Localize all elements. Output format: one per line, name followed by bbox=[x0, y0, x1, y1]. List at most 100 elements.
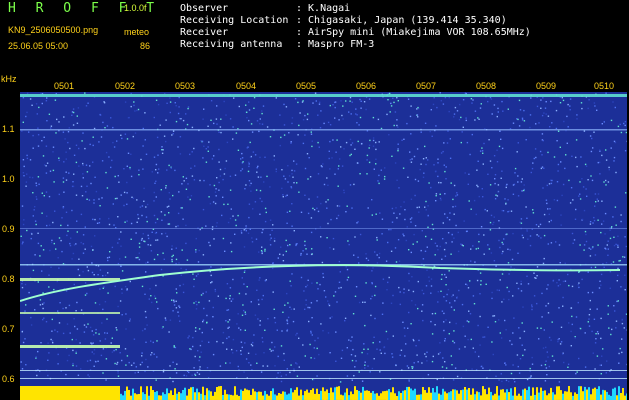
noise-dot bbox=[543, 329, 545, 331]
noise-dot bbox=[67, 224, 69, 227]
noise-dot bbox=[593, 318, 596, 320]
noise-dot bbox=[409, 151, 411, 153]
noise-dot bbox=[288, 175, 291, 177]
noise-dot bbox=[346, 205, 348, 207]
noise-dot bbox=[154, 297, 157, 300]
noise-dot bbox=[416, 148, 419, 150]
noise-dot bbox=[156, 218, 159, 220]
noise-dot bbox=[354, 355, 357, 357]
noise-dot bbox=[507, 211, 509, 213]
level-bar-segment bbox=[202, 386, 204, 400]
noise-dot bbox=[58, 121, 60, 123]
noise-dot bbox=[546, 374, 548, 376]
noise-dot bbox=[389, 92, 391, 95]
level-bar-segment bbox=[32, 386, 34, 400]
noise-dot bbox=[22, 121, 24, 123]
noise-dot bbox=[479, 150, 482, 152]
noise-dot bbox=[503, 298, 505, 300]
noise-dot bbox=[519, 358, 522, 360]
noise-dot bbox=[491, 291, 493, 294]
noise-dot bbox=[129, 318, 131, 320]
noise-dot bbox=[97, 360, 99, 362]
noise-dot bbox=[583, 244, 586, 246]
noise-dot bbox=[351, 379, 353, 381]
noise-dot bbox=[259, 213, 261, 215]
noise-dot bbox=[550, 182, 553, 185]
noise-dot bbox=[585, 188, 587, 190]
level-bar-segment bbox=[584, 386, 586, 400]
noise-dot bbox=[87, 323, 89, 325]
noise-dot bbox=[116, 361, 119, 364]
noise-dot bbox=[206, 367, 209, 369]
noise-dot bbox=[248, 161, 250, 164]
noise-dot bbox=[82, 164, 84, 166]
noise-dot bbox=[390, 102, 392, 105]
noise-dot bbox=[214, 290, 217, 293]
noise-dot bbox=[410, 198, 413, 200]
noise-dot bbox=[187, 106, 190, 108]
noise-dot bbox=[576, 371, 578, 373]
noise-dot bbox=[206, 321, 208, 324]
noise-dot bbox=[338, 260, 341, 263]
noise-dot bbox=[594, 266, 597, 268]
noise-dot bbox=[229, 362, 231, 364]
noise-dot bbox=[21, 130, 23, 132]
noise-dot bbox=[550, 242, 553, 244]
noise-dot bbox=[427, 205, 429, 207]
noise-dot bbox=[25, 181, 28, 183]
noise-dot bbox=[412, 243, 414, 245]
x-tick-label: 0502 bbox=[115, 81, 136, 91]
noise-dot bbox=[568, 322, 570, 324]
noise-dot bbox=[432, 103, 435, 106]
noise-dot bbox=[121, 314, 123, 316]
noise-dot bbox=[256, 120, 259, 122]
level-bar-segment bbox=[470, 394, 472, 400]
noise-dot bbox=[516, 118, 518, 120]
noise-dot bbox=[264, 248, 266, 251]
noise-dot bbox=[424, 122, 427, 124]
noise-dot bbox=[460, 116, 462, 119]
noise-dot bbox=[41, 192, 43, 194]
noise-dot bbox=[37, 281, 39, 283]
noise-dot bbox=[83, 331, 86, 333]
noise-dot bbox=[34, 309, 36, 311]
info-label-receiver: Receiver bbox=[180, 27, 229, 38]
noise-dot bbox=[56, 118, 58, 121]
level-bar-segment bbox=[140, 386, 142, 400]
noise-dot bbox=[307, 212, 310, 215]
noise-dot bbox=[611, 328, 613, 331]
noise-dot bbox=[225, 297, 227, 300]
noise-dot bbox=[376, 262, 379, 264]
noise-dot bbox=[80, 241, 82, 244]
level-bar-segment bbox=[240, 389, 242, 400]
noise-dot bbox=[232, 126, 234, 128]
noise-dot bbox=[470, 248, 472, 250]
noise-dot bbox=[371, 199, 373, 201]
noise-dot bbox=[549, 126, 551, 128]
noise-dot bbox=[102, 121, 104, 124]
noise-dot bbox=[160, 211, 163, 213]
noise-dot bbox=[501, 170, 503, 172]
noise-dot bbox=[570, 330, 572, 333]
noise-dot bbox=[247, 170, 250, 173]
noise-dot bbox=[172, 130, 175, 132]
noise-dot bbox=[612, 261, 615, 263]
noise-dot bbox=[340, 100, 342, 102]
noise-dot bbox=[437, 162, 439, 164]
noise-dot bbox=[102, 287, 104, 289]
noise-dot bbox=[202, 118, 204, 120]
noise-dot bbox=[364, 367, 366, 369]
noise-dot bbox=[289, 280, 291, 282]
noise-dot bbox=[431, 360, 434, 363]
noise-dot bbox=[190, 195, 193, 197]
noise-dot bbox=[598, 287, 601, 289]
noise-dot bbox=[232, 138, 234, 140]
level-bar-segment bbox=[292, 392, 294, 400]
noise-dot bbox=[605, 92, 607, 94]
noise-dot bbox=[211, 226, 214, 228]
noise-dot bbox=[572, 242, 574, 244]
noise-dot bbox=[86, 360, 89, 362]
noise-dot bbox=[216, 222, 218, 224]
noise-dot bbox=[62, 181, 65, 183]
noise-dot bbox=[140, 158, 142, 161]
